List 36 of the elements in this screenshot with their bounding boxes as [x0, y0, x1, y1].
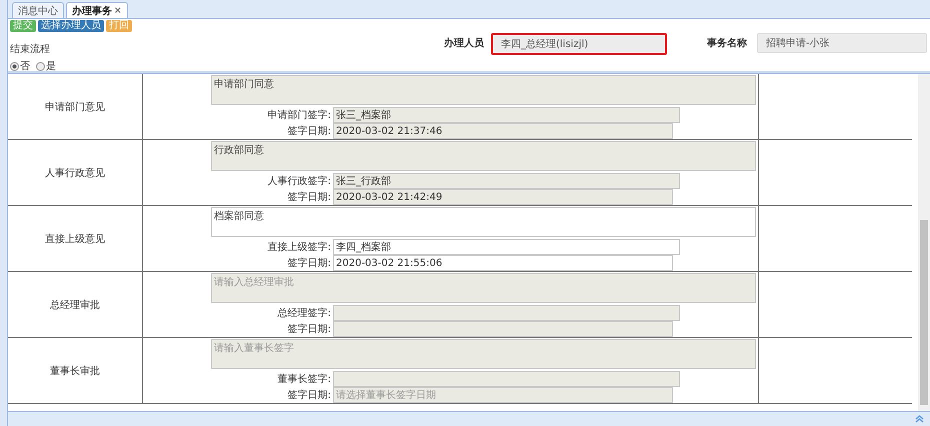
handler-label: 办理人员: [444, 36, 484, 50]
radio-icon[interactable]: [36, 62, 45, 70]
close-icon[interactable]: ×: [114, 6, 122, 16]
opinion-field[interactable]: 档案部同意: [211, 207, 756, 237]
field-label: 人事行政签字:: [266, 174, 332, 188]
radio-icon[interactable]: [10, 62, 19, 70]
radio-option[interactable]: 是: [36, 59, 56, 73]
sign-field[interactable]: [333, 371, 680, 387]
scrollbar[interactable]: [918, 74, 930, 411]
field-label: 签字日期:: [286, 388, 332, 402]
field-label: 董事长签字:: [276, 372, 332, 386]
field-label: 直接上级签字:: [266, 240, 332, 254]
field-label: 签字日期:: [286, 190, 332, 204]
field-label: 签字日期:: [286, 124, 332, 138]
task-name-label: 事务名称: [707, 36, 747, 50]
double-up-icon[interactable]: [915, 415, 924, 423]
date-field[interactable]: 2020-03-02 21:55:06: [333, 255, 673, 271]
section-title: 直接上级意见: [45, 232, 105, 246]
section-title: 总经理审批: [50, 298, 100, 312]
section-title: 申请部门意见: [45, 100, 105, 114]
sign-field[interactable]: 李四_档案部: [333, 239, 680, 255]
date-field[interactable]: [333, 321, 673, 337]
task-name-field: 招聘申请-小张: [757, 33, 927, 53]
section-title: 董事长审批: [50, 364, 100, 378]
tab[interactable]: 消息中心: [12, 2, 64, 18]
handler-field[interactable]: 李四_总经理(lisizjl): [491, 33, 667, 55]
sign-field[interactable]: [333, 305, 680, 321]
field-label: 申请部门签字:: [266, 108, 332, 122]
field-label: 签字日期:: [286, 322, 332, 336]
toolbar-button[interactable]: 选择办理人员: [38, 20, 104, 32]
radio-option[interactable]: 否: [10, 59, 30, 73]
field-label: 签字日期:: [286, 256, 332, 270]
field-label: 总经理签字:: [276, 306, 332, 320]
end-flow-label: 结束流程: [10, 42, 51, 56]
section-title: 人事行政意见: [45, 166, 105, 180]
tab[interactable]: 办理事务 ×: [66, 2, 128, 18]
